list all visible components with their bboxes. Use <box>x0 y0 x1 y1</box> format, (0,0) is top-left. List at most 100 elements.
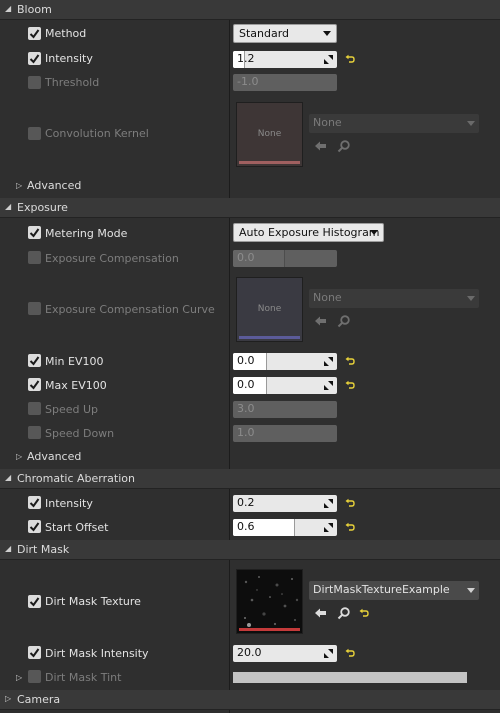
category-bloom[interactable]: ◢ Bloom <box>0 0 500 20</box>
dirt-mask-tint-checkbox[interactable] <box>28 670 41 683</box>
metering-mode-checkbox[interactable] <box>28 226 41 239</box>
bloom-intensity-label: Intensity <box>45 52 93 65</box>
drag-handle-icon[interactable] <box>323 380 334 391</box>
drag-handle-icon[interactable] <box>323 522 334 533</box>
start-offset-checkbox[interactable] <box>28 520 41 533</box>
category-camera[interactable]: ▷ Camera <box>0 690 500 710</box>
browse-search-icon[interactable] <box>337 606 351 620</box>
max-ev100-field[interactable]: 0.0 <box>233 377 337 394</box>
dirt-mask-tint-label: Dirt Mask Tint <box>45 671 122 684</box>
metering-mode-value: Auto Exposure Histogram <box>239 226 380 239</box>
convolution-kernel-checkbox[interactable] <box>28 127 41 140</box>
checkbox-check-icon <box>29 498 40 508</box>
dirt-mask-intensity-value: 20.0 <box>237 646 262 659</box>
min-ev100-checkbox[interactable] <box>28 354 41 367</box>
convolution-kernel-thumbnail[interactable]: None <box>236 102 303 167</box>
metering-mode-dropdown[interactable]: Auto Exposure Histogram <box>233 223 384 242</box>
drag-handle-icon[interactable] <box>323 54 334 65</box>
chromatic-intensity-value: 0.2 <box>237 496 255 509</box>
exposure-compensation-checkbox[interactable] <box>28 251 41 264</box>
use-selected-arrow-icon[interactable] <box>314 606 328 620</box>
min-ev100-field[interactable]: 0.0 <box>233 353 337 370</box>
dirt-mask-intensity-field[interactable]: 20.0 <box>233 645 337 662</box>
category-chromatic-aberration[interactable]: ◢ Chromatic Aberration <box>0 469 500 489</box>
start-offset-field[interactable]: 0.6 <box>233 519 337 536</box>
exposure-compensation-value: 0.0 <box>237 251 255 264</box>
bloom-threshold-field[interactable]: -1.0 <box>233 74 337 91</box>
reset-arrow-icon[interactable] <box>345 498 355 508</box>
caret-down-icon <box>467 296 475 301</box>
triangle-down-icon: ◢ <box>5 202 12 211</box>
exposure-curve-checkbox[interactable] <box>28 302 41 315</box>
dirt-mask-asset-dropdown[interactable]: DirtMaskTextureExample <box>309 581 479 600</box>
min-ev100-value: 0.0 <box>237 354 255 367</box>
triangle-right-icon[interactable]: ▷ <box>16 181 22 190</box>
exposure-curve-asset-value: None <box>313 291 342 304</box>
chromatic-intensity-checkbox[interactable] <box>28 496 41 509</box>
checkbox-check-icon <box>29 228 40 238</box>
category-dirt-label: Dirt Mask <box>17 543 70 556</box>
drag-handle-icon[interactable] <box>323 498 334 509</box>
reset-arrow-icon[interactable] <box>345 54 355 64</box>
bloom-intensity-field[interactable]: 1.2 <box>233 51 337 68</box>
use-selected-arrow-icon[interactable] <box>314 314 328 328</box>
reset-arrow-icon[interactable] <box>345 380 355 390</box>
bloom-advanced-label[interactable]: Advanced <box>27 179 81 192</box>
bloom-method-checkbox[interactable] <box>28 27 41 40</box>
browse-search-icon[interactable] <box>337 314 351 328</box>
exposure-compensation-label: Exposure Compensation <box>45 252 179 265</box>
exposure-compensation-field[interactable]: 0.0 <box>233 250 337 267</box>
speed-down-field[interactable]: 1.0 <box>233 425 337 442</box>
triangle-right-icon[interactable]: ▷ <box>16 673 22 682</box>
speed-up-checkbox[interactable] <box>28 402 41 415</box>
reset-arrow-icon[interactable] <box>359 608 369 618</box>
bloom-intensity-value: 1.2 <box>237 52 255 65</box>
category-bloom-label: Bloom <box>17 3 52 16</box>
convolution-kernel-label: Convolution Kernel <box>45 127 149 140</box>
reset-arrow-icon[interactable] <box>345 522 355 532</box>
checkbox-check-icon <box>29 29 40 39</box>
thumbnail-none-text: None <box>257 129 282 139</box>
browse-search-icon[interactable] <box>337 139 351 153</box>
max-ev100-label: Max EV100 <box>45 379 107 392</box>
column-divider[interactable] <box>229 0 230 713</box>
bloom-method-label: Method <box>45 27 87 40</box>
checkbox-check-icon <box>29 648 40 658</box>
triangle-right-icon[interactable]: ▷ <box>16 452 22 461</box>
bloom-intensity-checkbox[interactable] <box>28 52 41 65</box>
convolution-kernel-asset-value: None <box>313 116 342 129</box>
exposure-curve-asset-dropdown[interactable]: None <box>309 289 479 308</box>
reset-arrow-icon[interactable] <box>345 356 355 366</box>
caret-down-icon <box>370 230 378 235</box>
speed-up-field[interactable]: 3.0 <box>233 401 337 418</box>
chromatic-intensity-field[interactable]: 0.2 <box>233 495 337 512</box>
metering-mode-label: Metering Mode <box>45 227 128 240</box>
max-ev100-checkbox[interactable] <box>28 378 41 391</box>
category-dirt-mask[interactable]: ◢ Dirt Mask <box>0 540 500 560</box>
bloom-method-dropdown[interactable]: Standard <box>233 24 337 43</box>
speed-down-checkbox[interactable] <box>28 426 41 439</box>
drag-handle-icon[interactable] <box>323 356 334 367</box>
dirt-mask-texture-checkbox[interactable] <box>28 595 41 608</box>
triangle-down-icon: ◢ <box>5 544 12 553</box>
speed-down-label: Speed Down <box>45 427 115 440</box>
category-exposure-label: Exposure <box>17 201 68 214</box>
use-selected-arrow-icon[interactable] <box>314 139 328 153</box>
triangle-right-icon: ▷ <box>5 694 12 703</box>
caret-down-icon <box>323 31 331 36</box>
checkbox-check-icon <box>29 380 40 390</box>
exposure-curve-thumbnail[interactable]: None <box>236 277 303 342</box>
convolution-kernel-asset-dropdown[interactable]: None <box>309 114 479 133</box>
bloom-threshold-value: -1.0 <box>237 75 259 88</box>
speed-down-value: 1.0 <box>237 426 255 439</box>
bloom-threshold-checkbox[interactable] <box>28 76 41 89</box>
dirt-mask-tint-color-swatch[interactable] <box>233 672 467 683</box>
exposure-advanced-label[interactable]: Advanced <box>27 450 81 463</box>
dirt-mask-texture-thumbnail[interactable] <box>236 569 303 634</box>
dirt-mask-intensity-checkbox[interactable] <box>28 646 41 659</box>
drag-handle-icon[interactable] <box>323 648 334 659</box>
bloom-method-value: Standard <box>239 27 290 40</box>
category-exposure[interactable]: ◢ Exposure <box>0 198 500 218</box>
start-offset-label: Start Offset <box>45 521 109 534</box>
reset-arrow-icon[interactable] <box>345 648 355 658</box>
